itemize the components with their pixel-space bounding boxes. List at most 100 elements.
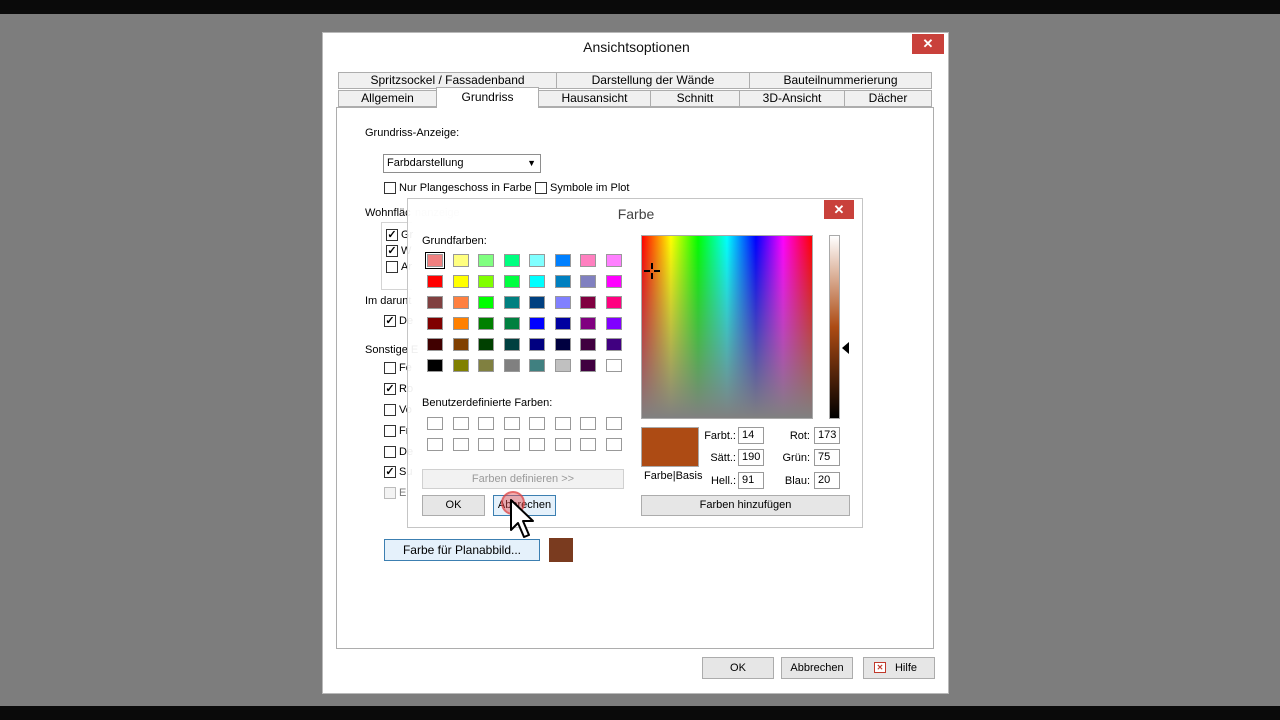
basic-color-swatch[interactable] [580, 275, 596, 288]
custom-color-slot[interactable] [478, 438, 494, 451]
cancel-button[interactable]: Abbrechen [781, 657, 853, 679]
tab-hausansicht[interactable]: Hausansicht [538, 90, 651, 107]
basic-color-swatch[interactable] [425, 252, 445, 269]
basic-color-swatch[interactable] [503, 254, 520, 267]
ok-button[interactable]: OK [702, 657, 774, 679]
basic-color-swatch[interactable] [554, 254, 571, 267]
custom-color-slot[interactable] [554, 417, 571, 430]
lum-input[interactable]: 91 [738, 472, 764, 489]
basic-color-swatch[interactable] [554, 338, 571, 351]
basic-color-swatch[interactable] [452, 275, 469, 288]
custom-color-slot[interactable] [605, 417, 622, 430]
tab-bauteilnummerierung[interactable]: Bauteilnummerierung [749, 72, 932, 89]
basic-color-swatch[interactable] [427, 317, 443, 330]
tab-darstellung-waende[interactable]: Darstellung der Wände [556, 72, 750, 89]
custom-color-slot[interactable] [503, 438, 520, 451]
basic-color-swatch[interactable] [478, 359, 494, 372]
basic-color-swatch[interactable] [503, 359, 520, 372]
basic-color-swatch[interactable] [529, 275, 545, 288]
custom-color-slot[interactable] [452, 417, 469, 430]
basic-color-swatch[interactable] [427, 275, 443, 288]
custom-color-slot[interactable] [452, 438, 469, 451]
basic-color-swatch[interactable] [605, 338, 622, 351]
basic-color-swatch[interactable] [427, 338, 443, 351]
custom-color-slot[interactable] [503, 417, 520, 430]
basic-color-swatch[interactable] [605, 275, 622, 288]
basic-color-swatch[interactable] [554, 275, 571, 288]
wohnflaeche-checkbox-2[interactable]: ✓ [386, 245, 398, 257]
color-spectrum[interactable] [641, 235, 813, 419]
basic-color-swatch[interactable] [605, 359, 622, 372]
basic-color-swatch[interactable] [529, 338, 545, 351]
basic-color-swatch[interactable] [478, 338, 494, 351]
basic-color-swatch[interactable] [605, 317, 622, 330]
basic-color-swatch[interactable] [503, 338, 520, 351]
custom-color-slot[interactable] [554, 438, 571, 451]
basic-color-swatch[interactable] [529, 254, 545, 267]
blue-input[interactable]: 20 [814, 472, 840, 489]
basic-color-swatch[interactable] [503, 296, 520, 309]
basic-color-swatch[interactable] [427, 296, 443, 309]
color-dialog-close-button[interactable]: ✕ [824, 200, 854, 219]
basic-color-swatch[interactable] [478, 275, 494, 288]
darunter-checkbox[interactable]: ✓ [384, 315, 396, 327]
display-mode-select[interactable]: Farbdarstellung ▼ [383, 154, 541, 173]
sonstige-checkbox-6[interactable]: ✓ [384, 466, 396, 478]
red-input[interactable]: 173 [814, 427, 840, 444]
basic-color-swatch[interactable] [580, 359, 596, 372]
basic-color-swatch[interactable] [605, 254, 622, 267]
tab-grundriss[interactable]: Grundriss [436, 87, 539, 108]
sonstige-checkbox-4[interactable] [384, 425, 396, 437]
sat-input[interactable]: 190 [738, 449, 764, 466]
color-floor-checkbox[interactable] [384, 182, 396, 194]
custom-color-slot[interactable] [529, 417, 545, 430]
wohnflaeche-checkbox-1[interactable]: ✓ [386, 229, 398, 241]
plan-color-button[interactable]: Farbe für Planabbild... [384, 539, 540, 561]
basic-color-swatch[interactable] [478, 317, 494, 330]
tab-daecher[interactable]: Dächer [844, 90, 932, 107]
custom-color-slot[interactable] [427, 417, 443, 430]
basic-color-swatch[interactable] [554, 296, 571, 309]
basic-color-swatch[interactable] [503, 317, 520, 330]
basic-color-swatch[interactable] [529, 317, 545, 330]
basic-color-swatch[interactable] [580, 317, 596, 330]
custom-color-slot[interactable] [529, 438, 545, 451]
basic-color-swatch[interactable] [452, 254, 469, 267]
custom-color-slot[interactable] [580, 438, 596, 451]
hue-input[interactable]: 14 [738, 427, 764, 444]
basic-color-swatch[interactable] [529, 359, 545, 372]
sonstige-checkbox-2[interactable]: ✓ [384, 383, 396, 395]
basic-color-swatch[interactable] [503, 275, 520, 288]
custom-color-slot[interactable] [580, 417, 596, 430]
basic-color-swatch[interactable] [580, 254, 596, 267]
basic-color-swatch[interactable] [580, 338, 596, 351]
basic-color-swatch[interactable] [554, 359, 571, 372]
basic-color-swatch[interactable] [452, 296, 469, 309]
help-button[interactable]: ✕ Hilfe [863, 657, 935, 679]
tab-allgemein[interactable]: Allgemein [338, 90, 437, 107]
basic-color-swatch[interactable] [452, 359, 469, 372]
basic-color-swatch[interactable] [605, 296, 622, 309]
basic-color-swatch[interactable] [478, 254, 494, 267]
add-to-custom-colors-button[interactable]: Farben hinzufügen [641, 495, 850, 516]
basic-color-swatch[interactable] [427, 359, 443, 372]
green-input[interactable]: 75 [814, 449, 840, 466]
sonstige-checkbox-1[interactable] [384, 362, 396, 374]
basic-color-swatch[interactable] [554, 317, 571, 330]
basic-color-swatch[interactable] [580, 296, 596, 309]
luminance-slider[interactable] [829, 235, 840, 419]
tab-3d-ansicht[interactable]: 3D-Ansicht [739, 90, 845, 107]
basic-color-swatch[interactable] [452, 338, 469, 351]
sonstige-checkbox-3[interactable] [384, 404, 396, 416]
tab-schnitt[interactable]: Schnitt [650, 90, 740, 107]
basic-color-swatch[interactable] [529, 296, 545, 309]
basic-color-swatch[interactable] [452, 317, 469, 330]
plan-color-swatch[interactable] [549, 538, 573, 562]
custom-color-slot[interactable] [478, 417, 494, 430]
sonstige-checkbox-5[interactable] [384, 446, 396, 458]
wohnflaeche-checkbox-3[interactable] [386, 261, 398, 273]
dialog-close-button[interactable]: ✕ [912, 34, 944, 54]
symbols-checkbox[interactable] [535, 182, 547, 194]
sonstige-checkbox-7[interactable] [384, 487, 396, 499]
custom-color-slot[interactable] [427, 438, 443, 451]
